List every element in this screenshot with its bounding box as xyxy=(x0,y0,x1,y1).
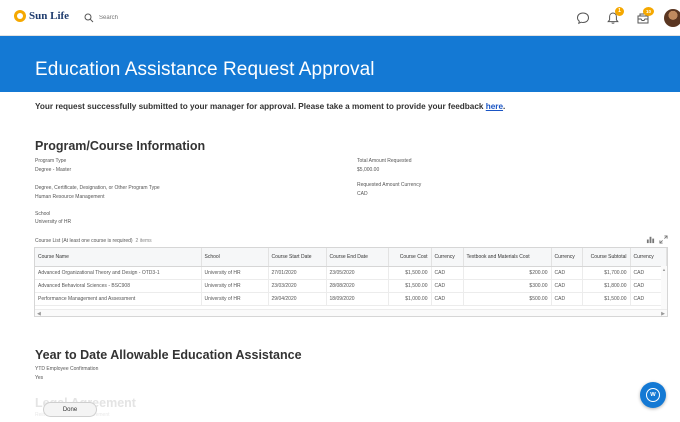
sun-icon xyxy=(14,10,26,22)
logo-text: Sun Life xyxy=(29,10,70,22)
col-course-cost[interactable]: Course Cost xyxy=(388,248,432,267)
cell-textbook-cost: $300.00 xyxy=(463,279,552,293)
notifications-button[interactable]: 1 xyxy=(606,7,624,25)
cell-course-name: Advanced Organizational Theory and Desig… xyxy=(35,266,202,280)
cell-school: University of HR xyxy=(201,266,269,280)
degree-label: Degree, Certificate, Designation, or Oth… xyxy=(35,185,160,191)
ytd-confirmation-value: Yes xyxy=(35,375,44,381)
ytd-section-title: Year to Date Allowable Education Assista… xyxy=(35,348,302,362)
col-school[interactable]: School xyxy=(201,248,269,267)
course-list-header: Course List (At least one course is requ… xyxy=(35,238,152,244)
submission-notice: Your request successfully submitted to y… xyxy=(35,102,505,111)
cell-subtotal: $1,500.00 xyxy=(582,292,631,306)
scroll-up-icon[interactable]: ▲ xyxy=(662,267,666,272)
cell-school: University of HR xyxy=(201,279,269,293)
expand-icon[interactable] xyxy=(659,235,668,244)
cell-course-name: Advanced Behavioral Sciences - BSC908 xyxy=(35,279,202,293)
notice-end: . xyxy=(503,102,506,111)
chart-view-icon[interactable] xyxy=(646,235,655,244)
table-tools xyxy=(646,235,668,244)
cell-currency: CAD xyxy=(431,266,464,280)
school-value: University of HR xyxy=(35,219,72,225)
course-list-label: Course List (At least one course is requ… xyxy=(35,238,133,244)
cell-start-date: 29/04/2020 xyxy=(268,292,327,306)
currency-value: CAD xyxy=(357,191,368,197)
col-course-name[interactable]: Course Name xyxy=(35,248,202,267)
total-amount-value: $5,000.00 xyxy=(357,167,380,173)
course-count: 2 items xyxy=(135,238,152,244)
table-horizontal-scrollbar[interactable]: ◀ ▶ xyxy=(35,309,667,316)
cell-end-date: 18/09/2020 xyxy=(326,292,389,306)
cell-school: University of HR xyxy=(201,292,269,306)
cell-end-date: 23/05/2020 xyxy=(326,266,389,280)
scroll-left-icon[interactable]: ◀ xyxy=(37,311,41,316)
page-title: Education Assistance Request Approval xyxy=(35,59,375,80)
program-type-label: Program Type xyxy=(35,158,67,164)
cell-textbook-currency: CAD xyxy=(551,279,583,293)
ytd-confirmation-label: YTD Employee Confirmation xyxy=(35,366,99,372)
search-input[interactable] xyxy=(99,15,199,21)
table-vertical-scrollbar[interactable]: ▲ xyxy=(661,266,667,310)
search-icon xyxy=(84,13,94,23)
cell-end-date: 28/08/2020 xyxy=(326,279,389,293)
notice-text: Your request successfully submitted to y… xyxy=(35,102,486,111)
search-box[interactable] xyxy=(84,8,204,28)
notifications-badge: 1 xyxy=(615,7,624,16)
col-start-date[interactable]: Course Start Date xyxy=(268,248,327,267)
cell-course-cost: $1,000.00 xyxy=(388,292,432,306)
cell-start-date: 23/03/2020 xyxy=(268,279,327,293)
program-section-title: Program/Course Information xyxy=(35,139,206,153)
total-amount-label: Total Amount Requested xyxy=(357,158,412,164)
table-header-row: Course Name School Course Start Date Cou… xyxy=(35,248,667,267)
cell-textbook-currency: CAD xyxy=(551,292,583,306)
cell-currency: CAD xyxy=(431,279,464,293)
table-row[interactable]: Advanced Behavioral Sciences - BSC908 Un… xyxy=(35,279,667,293)
sun-life-logo[interactable]: Sun Life xyxy=(14,10,69,22)
degree-value: Human Resource Management xyxy=(35,194,105,200)
course-table: Course Name School Course Start Date Cou… xyxy=(34,247,668,317)
cell-textbook-currency: CAD xyxy=(551,266,583,280)
chat-assistant-button[interactable]: w xyxy=(640,382,666,408)
scroll-right-icon[interactable]: ▶ xyxy=(661,311,665,316)
done-button[interactable]: Done xyxy=(43,402,97,417)
inbox-badge: 10 xyxy=(643,7,654,16)
cell-textbook-cost: $200.00 xyxy=(463,266,552,280)
cell-subtotal: $1,700.00 xyxy=(582,266,631,280)
cell-currency: CAD xyxy=(431,292,464,306)
user-avatar[interactable] xyxy=(664,9,680,27)
col-subtotal[interactable]: Course Subtotal xyxy=(582,248,631,267)
cell-start-date: 27/01/2020 xyxy=(268,266,327,280)
currency-label: Requested Amount Currency xyxy=(357,182,422,188)
feedback-link[interactable]: here xyxy=(486,102,503,111)
cell-subtotal: $1,800.00 xyxy=(582,279,631,293)
school-label: School xyxy=(35,211,51,217)
table-row[interactable]: Advanced Organizational Theory and Desig… xyxy=(35,266,667,280)
top-bar: Sun Life 1 10 xyxy=(0,0,680,36)
assistant-icon: w xyxy=(646,388,660,402)
col-textbook-currency[interactable]: Currency xyxy=(551,248,583,267)
table-row[interactable]: Performance Management and Assessment Un… xyxy=(35,292,667,306)
col-end-date[interactable]: Course End Date xyxy=(326,248,389,267)
cell-textbook-cost: $500.00 xyxy=(463,292,552,306)
program-type-value: Degree - Master xyxy=(35,167,72,173)
chat-icon[interactable] xyxy=(576,11,590,25)
col-textbook-cost[interactable]: Textbook and Materials Cost xyxy=(463,248,552,267)
cell-course-cost: $1,500.00 xyxy=(388,279,432,293)
col-subtotal-currency[interactable]: Currency xyxy=(630,248,667,267)
cell-course-name: Performance Management and Assessment xyxy=(35,292,202,306)
col-currency[interactable]: Currency xyxy=(431,248,464,267)
inbox-button[interactable]: 10 xyxy=(636,7,654,25)
cell-course-cost: $1,500.00 xyxy=(388,266,432,280)
page-banner: Education Assistance Request Approval xyxy=(0,36,680,92)
